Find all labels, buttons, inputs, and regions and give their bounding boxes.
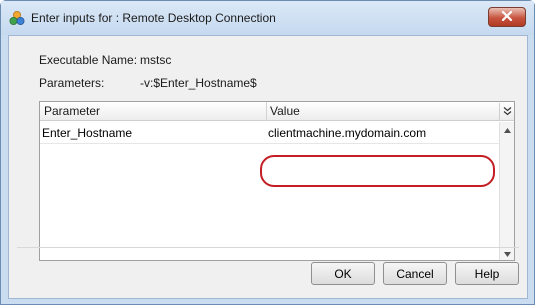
- window-title: Enter inputs for : Remote Desktop Connec…: [31, 11, 276, 25]
- parameters-grid: Parameter Value Enter_Hostname: [39, 101, 515, 261]
- triangle-up-icon: [504, 122, 511, 136]
- footer-divider: [17, 247, 519, 248]
- ok-button[interactable]: OK: [311, 262, 375, 285]
- vertical-scrollbar[interactable]: [499, 122, 514, 260]
- executable-name-label: Executable Name:: [39, 53, 138, 67]
- dialog-window: Enter inputs for : Remote Desktop Connec…: [0, 0, 535, 305]
- parameters-value: -v:$Enter_Hostname$: [140, 76, 257, 90]
- column-header-value[interactable]: Value: [266, 102, 300, 121]
- double-chevron-down-icon: [503, 105, 512, 119]
- executable-name-value: mstsc: [140, 53, 172, 67]
- parameter-name-cell: Enter_Hostname: [42, 126, 133, 140]
- close-icon: [501, 10, 513, 24]
- close-button[interactable]: [488, 7, 526, 27]
- scroll-up-button[interactable]: [500, 122, 515, 135]
- highlight-ellipse: [260, 155, 495, 187]
- app-cluster-icon: [9, 10, 25, 26]
- dialog-body: Executable Name: mstsc Parameters: -v:$E…: [8, 35, 528, 299]
- help-button[interactable]: Help: [455, 262, 519, 285]
- grid-header: Parameter Value: [40, 102, 514, 121]
- parameters-label: Parameters:: [39, 76, 105, 90]
- column-header-parameter[interactable]: Parameter: [40, 102, 100, 121]
- table-row[interactable]: Enter_Hostname: [40, 122, 499, 144]
- cancel-button[interactable]: Cancel: [383, 262, 447, 285]
- column-chooser-button[interactable]: [499, 103, 514, 120]
- hostname-value-input[interactable]: [266, 123, 496, 143]
- title-bar[interactable]: Enter inputs for : Remote Desktop Connec…: [1, 1, 534, 35]
